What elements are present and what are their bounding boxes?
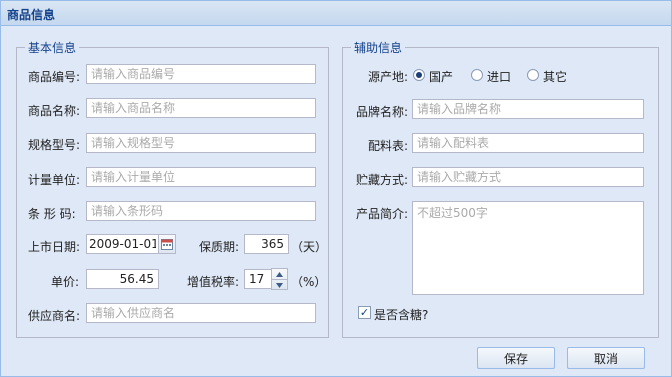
product-name-label: 商品名称: <box>28 104 81 118</box>
product-name-input[interactable] <box>86 98 316 118</box>
ingredients-input[interactable] <box>412 133 644 153</box>
product-code-input[interactable] <box>86 64 316 84</box>
origin-option-other: 其它 <box>543 70 568 84</box>
chevron-up-icon <box>276 271 283 277</box>
shelf-life-input[interactable] <box>244 234 289 254</box>
price-input[interactable] <box>86 269 159 289</box>
calendar-icon <box>161 239 173 250</box>
supplier-label: 供应商名: <box>28 309 81 323</box>
basic-info-legend: 基本信息 <box>28 41 77 55</box>
shelf-life-unit: （天） <box>291 240 328 254</box>
product-info-window: 商品信息 基本信息 辅助信息 商品编号: 商品名称: 规格型号: 计量单位: 条… <box>0 0 672 377</box>
origin-radio-other[interactable] <box>527 69 539 81</box>
tax-rate-input[interactable] <box>244 269 272 289</box>
brand-input[interactable] <box>412 99 644 119</box>
spec-input[interactable] <box>86 133 316 153</box>
barcode-input[interactable] <box>86 201 316 221</box>
price-label: 单价: <box>51 275 80 289</box>
cancel-button[interactable]: 取消 <box>567 347 645 369</box>
barcode-label: 条 形 码: <box>28 207 76 221</box>
save-button[interactable]: 保存 <box>477 347 555 369</box>
supplier-input[interactable] <box>86 303 316 323</box>
storage-label: 贮藏方式: <box>356 173 409 187</box>
unit-input[interactable] <box>86 167 316 187</box>
storage-input[interactable] <box>412 167 644 187</box>
chevron-down-icon <box>276 282 283 288</box>
launch-date-label: 上市日期: <box>28 240 81 254</box>
contains-sugar-label: 是否含糖? <box>374 308 429 322</box>
window-title: 商品信息 <box>7 8 56 22</box>
intro-label: 产品简介: <box>356 207 409 221</box>
brand-label: 品牌名称: <box>356 105 409 119</box>
shelf-life-label: 保质期: <box>199 240 240 254</box>
stepper-down-button[interactable] <box>272 279 287 290</box>
stepper-up-button[interactable] <box>272 269 287 279</box>
window-titlebar: 商品信息 <box>1 1 671 26</box>
tax-rate-unit: （%） <box>291 275 327 289</box>
intro-textarea[interactable] <box>412 201 644 295</box>
origin-radio-imported[interactable] <box>471 69 483 81</box>
contains-sugar-checkbox[interactable]: ✓ <box>358 306 371 319</box>
ingredients-label: 配料表: <box>368 139 409 153</box>
origin-option-imported: 进口 <box>487 70 512 84</box>
spec-label: 规格型号: <box>28 138 81 152</box>
date-picker-button[interactable] <box>158 234 176 254</box>
tax-rate-stepper[interactable] <box>271 268 288 290</box>
origin-label: 源产地: <box>368 70 409 84</box>
tax-rate-label: 增值税率: <box>187 275 240 289</box>
origin-radio-domestic[interactable] <box>413 69 425 81</box>
origin-option-domestic: 国产 <box>429 70 454 84</box>
unit-label: 计量单位: <box>28 173 81 187</box>
aux-info-legend: 辅助信息 <box>354 41 403 55</box>
launch-date-input[interactable] <box>86 234 159 254</box>
product-code-label: 商品编号: <box>28 70 81 84</box>
